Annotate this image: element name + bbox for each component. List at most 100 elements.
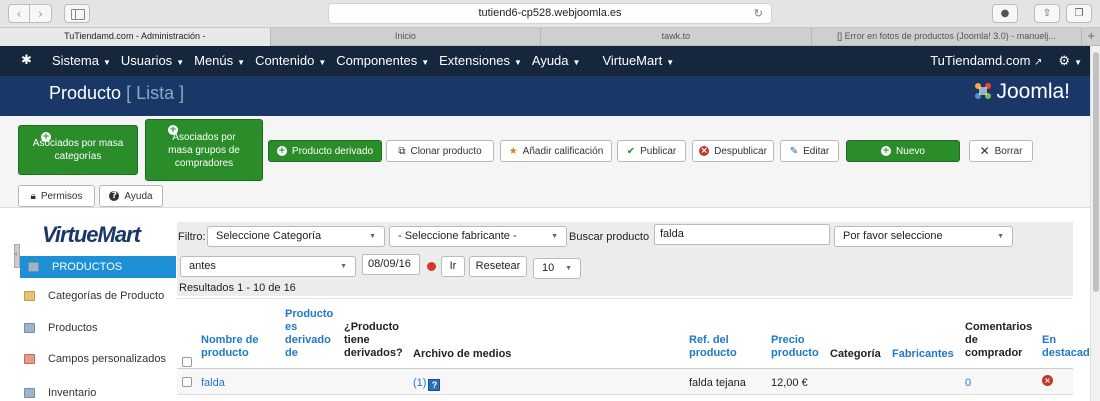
plus-circle-icon: + (168, 125, 178, 135)
row-checkbox[interactable] (182, 377, 192, 387)
featured-off-icon[interactable]: × (1042, 375, 1053, 386)
admin-menu: Sistema ▼ Usuarios ▼ Menús ▼ Contenido ▼ Com… (52, 46, 684, 78)
forward-button[interactable]: › (30, 4, 52, 23)
delete-button[interactable]: ✕ Borrar (969, 140, 1033, 162)
go-button[interactable]: Ir (441, 256, 465, 277)
menu-contenido[interactable]: Contenido ▼ (255, 46, 326, 78)
user-menu[interactable]: ⚙ ▼ (1058, 46, 1082, 78)
share-button[interactable]: ⇧ (1034, 4, 1060, 23)
assoc-categories-button[interactable]: + Asociados por masa categorías (18, 125, 138, 175)
caret-down-icon: ▼ (176, 58, 185, 67)
new-tab-button[interactable]: + (1082, 28, 1100, 45)
menu-virtuemart[interactable]: VirtueMart ▼ (602, 46, 674, 78)
reload-icon[interactable]: ↻ (754, 4, 763, 23)
clone-product-label: Clonar producto (410, 145, 482, 157)
tab-inicio[interactable]: Inicio (271, 28, 542, 46)
reset-button[interactable]: Resetear (469, 256, 527, 277)
derived-product-button[interactable]: + Producto derivado (268, 140, 382, 162)
chevron-down-icon: ▼ (997, 233, 1004, 240)
show-sidebar-button[interactable] (64, 4, 90, 23)
menu-label: Usuarios (120, 53, 173, 68)
menu-extensiones[interactable]: Extensiones ▼ (439, 46, 522, 78)
star-icon: ★ (508, 145, 518, 157)
assoc-groups-button[interactable]: + Asociados por masa grupos de comprador… (145, 119, 263, 181)
page-limit-select[interactable]: 10 ▼ (533, 258, 581, 279)
chevron-right-icon: › (38, 6, 43, 21)
permissions-button[interactable]: 🔒︎ Permisos (18, 185, 95, 207)
date-input-value: 08/09/16 (368, 258, 411, 270)
new-button[interactable]: + Nuevo (846, 140, 960, 162)
site-link[interactable]: TuTiendamd.com ↗ (930, 46, 1042, 78)
edit-button[interactable]: ✎ Editar (780, 140, 839, 162)
menu-componentes[interactable]: Componentes ▼ (336, 46, 429, 78)
help-label: Ayuda (124, 190, 153, 202)
gear-icon: ⚙ (1058, 53, 1071, 68)
sidebar-item-categorias[interactable]: Categorías de Producto (16, 285, 176, 307)
menu-usuarios[interactable]: Usuarios ▼ (121, 46, 184, 78)
search-input[interactable]: falda (654, 224, 830, 245)
date-input[interactable]: 08/09/16 (362, 254, 420, 275)
product-list-icon (24, 323, 35, 333)
tab-error-fotos[interactable]: [] Error en fotos de productos (Joomla! … (812, 28, 1083, 46)
tab-overview-button[interactable]: ❐ (1066, 4, 1092, 23)
col-sku[interactable]: Ref. del producto (689, 334, 749, 360)
question-circle-icon: ? (109, 191, 120, 201)
add-rating-button[interactable]: ★ Añadir calificación (500, 140, 612, 162)
unpublish-button[interactable]: × Despublicar (692, 140, 774, 162)
tab-bar: TuTiendamd.com - Administración - Inicio… (0, 28, 1100, 46)
question-icon[interactable]: ? (428, 379, 441, 391)
tab-administracion[interactable]: TuTiendamd.com - Administración - (0, 28, 271, 46)
col-featured[interactable]: En destacad (1042, 334, 1090, 360)
results-count: Resultados 1 - 10 de 16 (179, 282, 296, 294)
table-top-border (177, 298, 1073, 299)
sidebar-item-inventario[interactable]: Inventario (16, 382, 176, 401)
col-product-name[interactable]: Nombre de producto (201, 334, 271, 360)
page-scrollbar[interactable] (1090, 46, 1100, 401)
share-icon: ⇧ (1042, 8, 1052, 19)
sidebar-item-label: PRODUCTOS (52, 261, 123, 273)
table-row (177, 369, 1073, 395)
menu-ayuda[interactable]: Ayuda ▼ (532, 46, 581, 78)
search-type-select[interactable]: Por favor seleccione ▼ (834, 226, 1013, 247)
col-has-derived: ¿Producto tiene derivados? (344, 321, 403, 359)
clear-date-icon[interactable] (427, 262, 436, 271)
sidebar-item-campos[interactable]: Campos personalizados (16, 348, 176, 370)
joomla-icon[interactable]: ✱ (21, 53, 32, 68)
chevron-down-icon: ▼ (369, 233, 376, 240)
sidebar-item-label: Categorías de Producto (48, 290, 165, 302)
product-price: 12,00 € (771, 377, 808, 389)
address-bar[interactable]: tutiend6-cp528.webjoomla.es ↻ (328, 3, 772, 24)
sidebar-item-label: Campos personalizados (48, 353, 167, 365)
date-mode-select[interactable]: antes ▼ (180, 256, 356, 277)
tab-tawk[interactable]: tawk.to (541, 28, 812, 46)
site-link-label: TuTiendamd.com (930, 53, 1031, 68)
help-button[interactable]: ? Ayuda (99, 185, 163, 207)
scrollbar-thumb[interactable] (1093, 52, 1099, 292)
sidebar-item-productos-list[interactable]: Productos (16, 317, 176, 339)
product-name-link[interactable]: falda (201, 377, 225, 389)
unpublish-label: Despublicar (714, 145, 767, 157)
select-all-checkbox[interactable] (182, 357, 192, 367)
clone-product-button[interactable]: ⧉ Clonar producto (386, 140, 494, 162)
menu-menus[interactable]: Menús ▼ (194, 46, 245, 78)
product-reviews[interactable]: 0 (965, 377, 971, 389)
menu-label: Sistema (52, 53, 99, 68)
category-select[interactable]: Seleccione Categoría ▼ (207, 226, 385, 247)
back-button[interactable]: ‹ (8, 4, 30, 23)
filter-label: Filtro: (178, 231, 206, 243)
col-derived-of[interactable]: Producto es derivado de (285, 308, 333, 360)
col-manufacturers[interactable]: Fabricantes (892, 348, 954, 361)
folder-icon (24, 291, 35, 301)
media-cell[interactable]: (1)? (413, 377, 441, 391)
col-price[interactable]: Precio producto (771, 334, 826, 360)
publish-button[interactable]: ✔ Publicar (617, 140, 686, 162)
menu-label: Contenido (255, 53, 315, 68)
caret-down-icon: ▼ (666, 58, 675, 67)
filter-bar: Filtro: Seleccione Categoría ▼ - Seleccio… (177, 222, 1073, 296)
page-header: Producto [ Lista ] Joomla! (0, 76, 1090, 116)
sidebar-item-productos[interactable]: PRODUCTOS (20, 256, 176, 278)
sidebar-item-label: Inventario (48, 387, 97, 399)
downloads-button[interactable]: ● (992, 4, 1018, 23)
manufacturer-select[interactable]: - Seleccione fabricante - ▼ (389, 226, 567, 247)
menu-sistema[interactable]: Sistema ▼ (52, 46, 111, 78)
